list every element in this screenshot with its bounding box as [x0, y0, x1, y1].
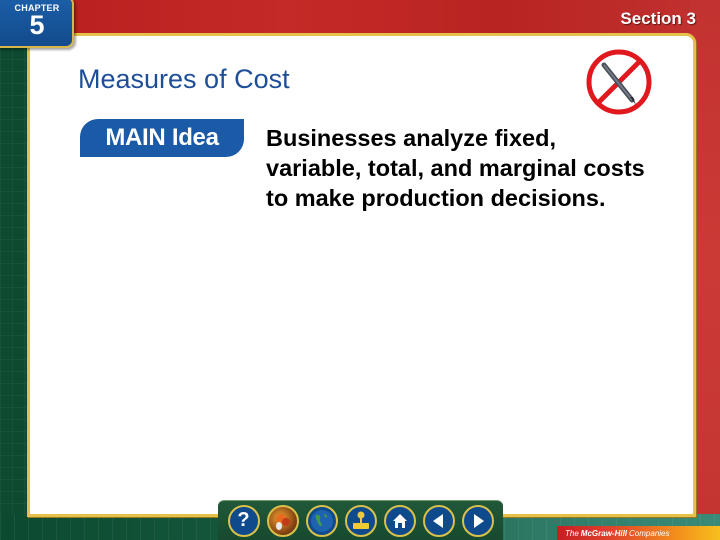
publisher-logo: The McGraw-Hill Companies [557, 526, 720, 540]
resources-button[interactable] [266, 504, 299, 537]
publisher-suffix: Companies [629, 528, 670, 538]
main-idea-badge: MAIN Idea [80, 119, 244, 157]
left-band [0, 40, 30, 540]
section-label: Section 3 [620, 9, 696, 28]
joystick-icon [352, 511, 369, 529]
chapter-badge: CHAPTER 5 [0, 0, 74, 48]
fruit-bowl-icon [275, 513, 290, 530]
arrow-left-icon [432, 513, 443, 528]
previous-button[interactable] [422, 504, 455, 537]
home-icon [392, 513, 407, 528]
main-idea-text: Businesses analyze fixed, variable, tota… [266, 125, 645, 211]
page-title: Measures of Cost [78, 64, 290, 94]
next-button[interactable] [461, 504, 494, 537]
help-button[interactable]: ? [227, 504, 260, 537]
question-mark-icon: ? [237, 509, 250, 531]
arrow-right-icon [473, 513, 484, 528]
publisher-prefix: The [565, 528, 579, 538]
publisher-name: McGraw-Hill [580, 528, 628, 538]
no-writing-icon [586, 49, 652, 115]
chapter-number: 5 [29, 10, 45, 40]
web-button[interactable] [305, 504, 338, 537]
home-button[interactable] [383, 504, 416, 537]
globe-icon [310, 509, 333, 532]
navigation-bar: ? [218, 500, 503, 540]
quiz-button[interactable] [344, 504, 377, 537]
